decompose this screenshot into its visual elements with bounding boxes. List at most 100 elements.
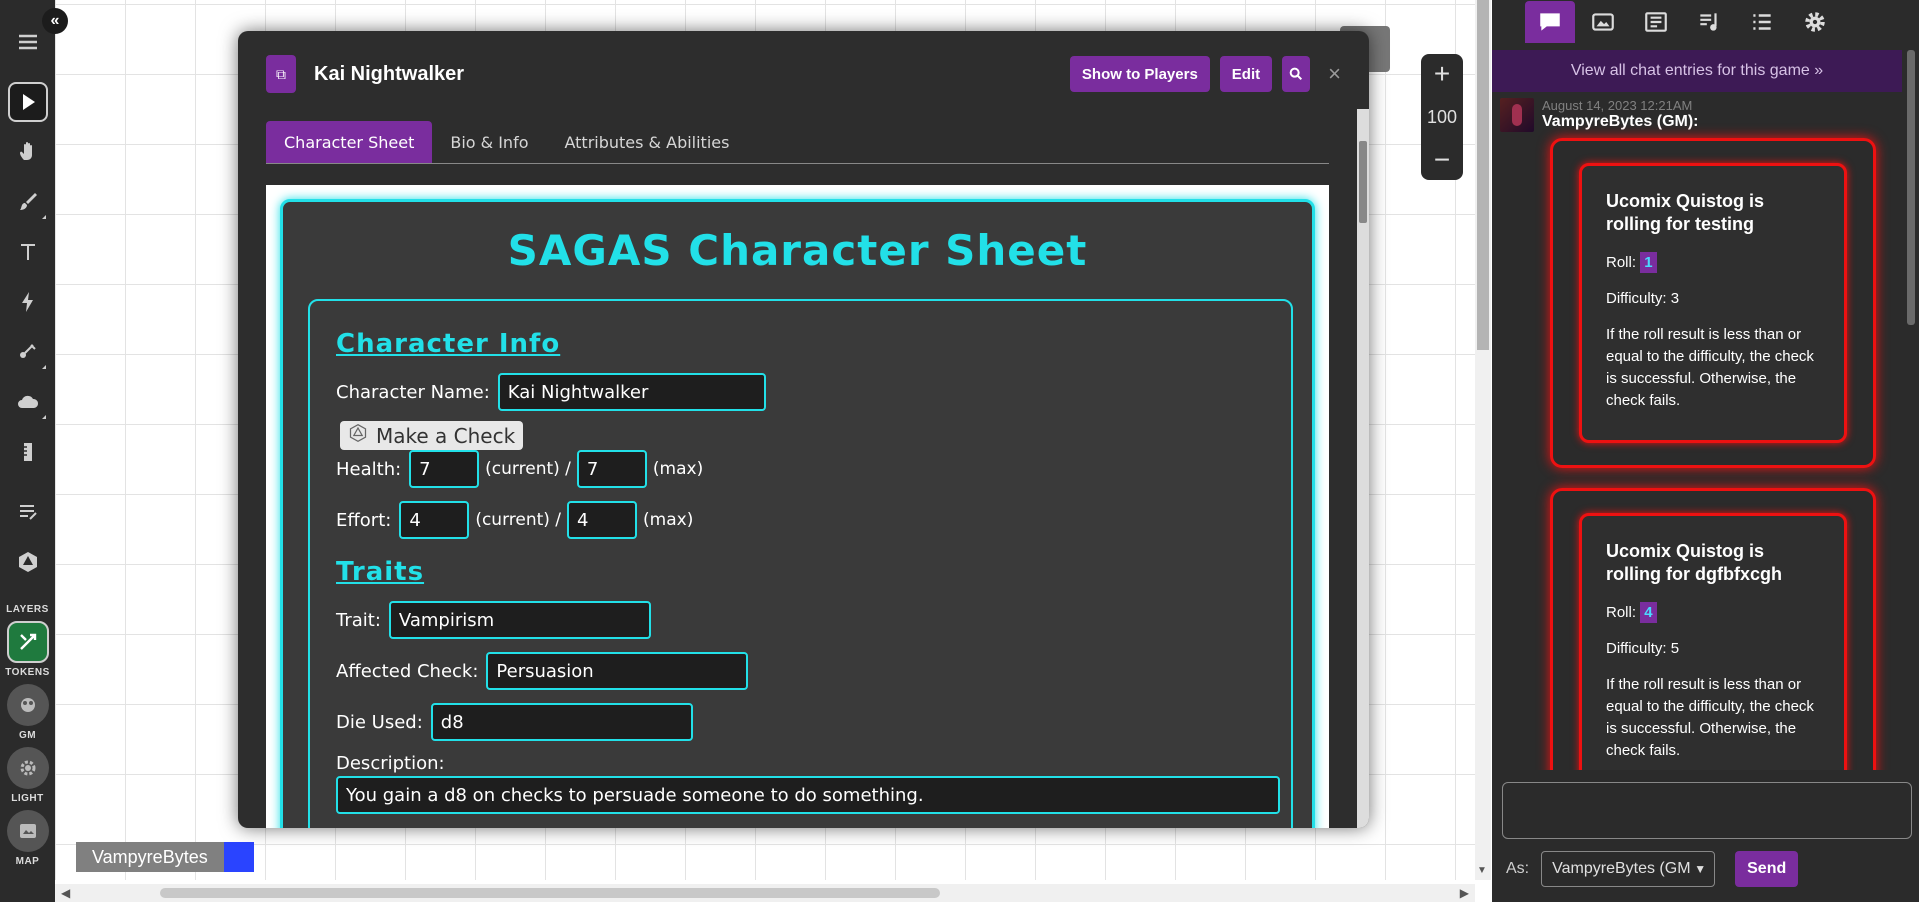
effort-row: Effort: 4 (current) / 4 (max) <box>336 501 1265 539</box>
select-tool-icon[interactable] <box>7 82 48 122</box>
description-label-row: Description: <box>336 753 1265 774</box>
compendium-tab-icon[interactable] <box>1737 1 1787 43</box>
roll-card-inner: Ucomix Quistog is rolling for dgfbfxcgh … <box>1579 513 1847 770</box>
trait-input[interactable]: Vampirism <box>388 601 651 639</box>
make-check-button[interactable]: Make a Check <box>340 421 524 450</box>
settings-gear-icon[interactable] <box>1790 1 1840 43</box>
lightning-icon[interactable] <box>8 282 48 322</box>
zoom-out-button[interactable]: − <box>1434 146 1450 174</box>
left-toolbar: LAYERS TOKENS GM LIGHT MAP <box>0 0 55 902</box>
effort-current-label: (current) / <box>475 510 562 530</box>
speaking-as-row: As: VampyreBytes (GM ▼ Send <box>1506 851 1799 887</box>
show-to-players-button[interactable]: Show to Players <box>1069 56 1210 92</box>
roll-title: Ucomix Quistog is rolling for testing <box>1606 191 1765 234</box>
dice-icon[interactable] <box>8 542 48 582</box>
tokens-layer-button[interactable] <box>6 621 49 663</box>
draw-brush-icon[interactable] <box>8 182 48 222</box>
light-layer-button[interactable] <box>6 747 49 789</box>
as-label: As: <box>1506 860 1530 877</box>
trait-label: Trait: <box>336 609 381 631</box>
affected-check-input[interactable]: Persuasion <box>486 652 749 690</box>
chat-input[interactable] <box>1502 782 1912 839</box>
description-textarea[interactable]: You gain a d8 on checks to persuade some… <box>336 776 1280 814</box>
canvas-horizontal-scrollbar[interactable]: ◀ ▶ <box>55 884 1475 902</box>
chat-tab-icon[interactable] <box>1525 1 1575 43</box>
tab-attributes-abilities[interactable]: Attributes & Abilities <box>546 121 747 163</box>
effort-max-label: (max) <box>643 510 694 530</box>
tokens-label: TOKENS <box>5 667 50 678</box>
dialog-scrollbar[interactable] <box>1357 109 1369 828</box>
scroll-right-arrow-icon[interactable]: ▶ <box>1460 886 1469 900</box>
popout-icon[interactable]: ⧉ <box>266 55 296 93</box>
fog-cloud-icon[interactable] <box>8 382 48 422</box>
effort-current-input[interactable]: 4 <box>399 501 470 539</box>
player-color-swatch <box>223 842 254 872</box>
zoom-control: + 100 − <box>1421 54 1463 180</box>
health-current-input[interactable]: 7 <box>409 450 480 488</box>
chat-message-header: August 14, 2023 12:21AM VampyreBytes (GM… <box>1500 98 1699 132</box>
menu-icon[interactable] <box>8 22 48 62</box>
ruler-icon[interactable] <box>8 432 48 472</box>
canvas-vertical-scrollbar[interactable]: ▼ <box>1475 0 1491 880</box>
name-label: Character Name: <box>336 381 490 403</box>
collapse-toolbar-icon[interactable]: « <box>42 8 68 34</box>
sheet-title: SAGAS Character Sheet <box>507 226 1088 275</box>
make-check-label: Make a Check <box>376 423 516 448</box>
edit-button[interactable]: Edit <box>1219 56 1273 92</box>
sheet-container: SAGAS Character Sheet Character Info Cha… <box>266 185 1329 828</box>
close-icon[interactable]: × <box>1328 61 1341 87</box>
traits-heading: Traits <box>336 557 425 587</box>
avatar <box>1500 98 1534 132</box>
roll-value[interactable]: 1 <box>1640 252 1657 273</box>
search-icon[interactable] <box>1282 56 1311 92</box>
roll-label: Roll: <box>1606 254 1637 271</box>
zoom-in-button[interactable]: + <box>1434 60 1450 88</box>
roll-value[interactable]: 4 <box>1640 602 1657 623</box>
name-row: Character Name: Kai Nightwalker <box>336 373 1265 411</box>
health-max-input[interactable]: 7 <box>576 450 647 488</box>
map-label: MAP <box>15 856 40 867</box>
scroll-down-arrow-icon[interactable]: ▼ <box>1477 865 1487 876</box>
map-layer-button[interactable] <box>6 810 49 852</box>
health-row: Health: 7 (current) / 7 (max) <box>336 450 1265 488</box>
gm-layer-button[interactable] <box>6 684 49 726</box>
send-button[interactable]: Send <box>1735 851 1799 887</box>
chat-scrollbar[interactable] <box>1902 50 1919 770</box>
message-sender: VampyreBytes (GM): <box>1542 113 1699 130</box>
trait-row: Trait: Vampirism <box>336 601 1265 639</box>
right-sidebar: View all chat entries for this game » Au… <box>1492 0 1919 902</box>
notes-icon[interactable] <box>8 492 48 532</box>
jukebox-tab-icon[interactable] <box>1684 1 1734 43</box>
measure-icon[interactable] <box>8 332 48 372</box>
text-tool-icon[interactable] <box>8 232 48 272</box>
sidebar-tabs <box>1492 0 1919 44</box>
journal-tab-icon[interactable] <box>1631 1 1681 43</box>
chevron-down-icon: ▼ <box>1694 862 1707 876</box>
health-current-label: (current) / <box>485 459 571 479</box>
art-library-tab-icon[interactable] <box>1578 1 1628 43</box>
affected-check-row: Affected Check: Persuasion <box>336 652 1265 690</box>
roll-card-1: Ucomix Quistog is rolling for testing Ro… <box>1550 138 1876 468</box>
effort-max-input[interactable]: 4 <box>567 501 638 539</box>
message-timestamp: August 14, 2023 12:21AM <box>1542 98 1693 113</box>
dialog-title: Kai Nightwalker <box>314 62 465 85</box>
zoom-level: 100 <box>1426 106 1458 127</box>
roll-result-line: Roll: 1 <box>1606 252 1820 273</box>
tab-bio-info[interactable]: Bio & Info <box>432 121 546 163</box>
scroll-left-arrow-icon[interactable]: ◀ <box>61 886 70 900</box>
light-label: LIGHT <box>11 793 44 804</box>
character-name-input[interactable]: Kai Nightwalker <box>497 373 766 411</box>
character-dialog: ⧉ Kai Nightwalker Show to Players Edit ×… <box>238 31 1369 828</box>
speaking-as-select[interactable]: VampyreBytes (GM ▼ <box>1541 851 1716 887</box>
pan-hand-icon[interactable] <box>8 132 48 172</box>
roll-description: If the roll result is less than or equal… <box>1606 326 1814 409</box>
affected-check-label: Affected Check: <box>336 660 479 682</box>
player-badge: VampyreBytes <box>76 842 254 872</box>
speaking-as-value: VampyreBytes (GM <box>1552 860 1691 877</box>
gm-label: GM <box>18 730 37 741</box>
layers-label: LAYERS <box>6 604 49 615</box>
die-used-label: Die Used: <box>336 711 423 733</box>
die-used-input[interactable]: d8 <box>430 703 693 741</box>
health-label: Health: <box>336 458 402 480</box>
tab-character-sheet[interactable]: Character Sheet <box>266 121 433 163</box>
